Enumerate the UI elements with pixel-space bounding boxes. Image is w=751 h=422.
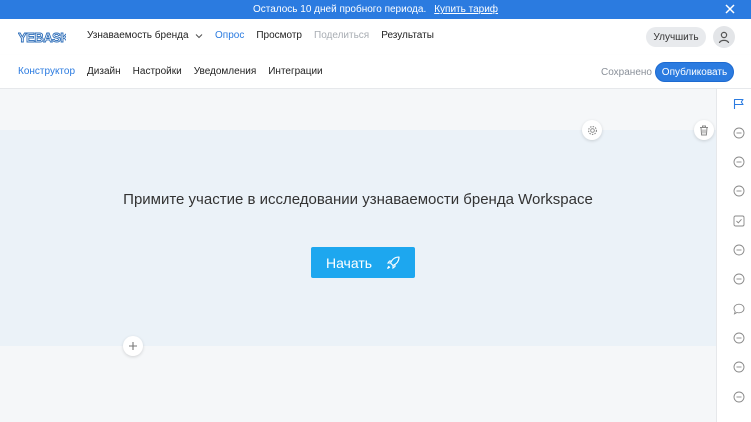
chevron-down-icon [195, 33, 202, 38]
top-bar: YEBASK Узнаваемость бренда Опрос Просмот… [0, 19, 751, 55]
upgrade-button[interactable]: Улучшить [646, 27, 706, 47]
welcome-title[interactable]: Примите участие в исследовании узнаваемо… [108, 189, 608, 210]
block-settings-button[interactable] [582, 120, 602, 140]
trial-message: Осталось 10 дней пробного периода. [252, 4, 427, 15]
start-button-label: Начать [325, 254, 373, 271]
checkbox-icon[interactable] [733, 215, 745, 227]
circle-plus-icon[interactable] [733, 244, 745, 256]
main-nav: Опрос Просмотр Поделиться Результаты [215, 30, 434, 41]
logo[interactable]: YEBASK [18, 29, 66, 45]
nav-results[interactable]: Результаты [381, 30, 434, 41]
publish-button[interactable]: Опубликовать [655, 62, 734, 82]
rocket-icon [386, 255, 400, 269]
circle-plus-icon[interactable] [733, 332, 745, 344]
block-delete-button[interactable] [694, 120, 714, 140]
circle-plus-icon[interactable] [733, 127, 745, 139]
nav-survey[interactable]: Опрос [215, 30, 244, 41]
flag-icon[interactable] [733, 98, 745, 110]
trash-icon [700, 125, 708, 135]
buy-plan-link[interactable]: Купить тариф [434, 4, 498, 15]
circle-plus-icon[interactable] [733, 156, 745, 168]
avatar[interactable] [713, 26, 735, 48]
close-icon[interactable] [723, 2, 737, 16]
welcome-page-block[interactable]: Примите участие в исследовании узнаваемо… [0, 130, 716, 346]
nav-share[interactable]: Поделиться [314, 30, 369, 41]
circle-plus-icon[interactable] [733, 361, 745, 373]
builder-tabs: Конструктор Дизайн Настройки Уведомления… [18, 66, 323, 77]
tab-constructor[interactable]: Конструктор [18, 66, 75, 77]
tab-integrations[interactable]: Интеграции [268, 66, 322, 77]
survey-selector[interactable]: Узнаваемость бренда [87, 30, 203, 41]
tab-notifications[interactable]: Уведомления [194, 66, 257, 77]
survey-canvas: Примите участие в исследовании узнаваемо… [0, 89, 716, 422]
page-navigator-rail [716, 89, 751, 422]
survey-name-label: Узнаваемость бренда [87, 30, 189, 41]
trial-banner: Осталось 10 дней пробного периода. Купит… [0, 0, 751, 19]
saved-status: Сохранено [601, 67, 652, 78]
chat-icon[interactable] [733, 303, 745, 315]
plus-icon [129, 342, 137, 350]
circle-plus-icon[interactable] [733, 391, 745, 403]
svg-text:YEBASK: YEBASK [18, 30, 66, 45]
add-block-button[interactable] [123, 336, 143, 356]
gear-icon [587, 125, 597, 135]
tab-settings[interactable]: Настройки [133, 66, 182, 77]
builder-toolbar: Конструктор Дизайн Настройки Уведомления… [0, 55, 751, 89]
circle-plus-icon[interactable] [733, 273, 745, 285]
user-icon [718, 31, 730, 44]
circle-plus-icon[interactable] [733, 185, 745, 197]
nav-preview[interactable]: Просмотр [256, 30, 302, 41]
tab-design[interactable]: Дизайн [87, 66, 121, 77]
start-button[interactable]: Начать [311, 247, 415, 278]
